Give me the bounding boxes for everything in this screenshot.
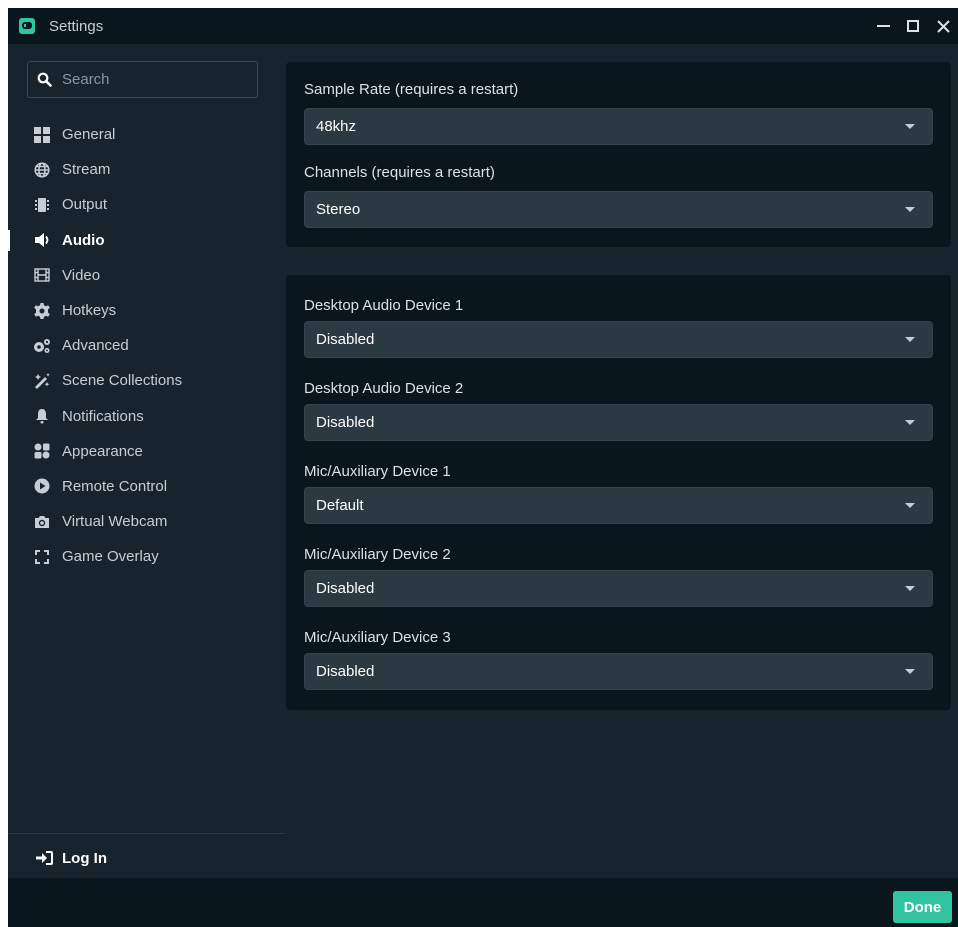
settings-footer: Done <box>8 878 958 927</box>
maximize-icon <box>907 20 919 32</box>
close-icon <box>936 19 950 33</box>
desktop-audio-2-label: Desktop Audio Device 2 <box>304 380 464 397</box>
caret-down-icon <box>905 124 915 129</box>
mic-aux-1-value: Default <box>316 497 364 514</box>
mic-aux-2-select[interactable]: Disabled <box>304 570 933 607</box>
overlay-icon <box>33 548 51 566</box>
caret-down-icon <box>905 586 915 591</box>
sign-in-icon <box>36 849 54 867</box>
title-bar: Settings <box>8 8 958 44</box>
sidebar-item-label: Stream <box>62 161 111 179</box>
desktop-audio-1-select[interactable]: Disabled <box>304 321 933 358</box>
mic-aux-2-label: Mic/Auxiliary Device 2 <box>304 546 451 563</box>
audio-general-panel: Sample Rate (requires a restart) 48khz C… <box>286 62 951 247</box>
magic-icon <box>33 372 51 390</box>
sidebar-item-output[interactable]: Output <box>8 187 285 222</box>
caret-down-icon <box>905 420 915 425</box>
grid-icon <box>33 126 51 144</box>
sidebar-item-label: Virtual Webcam <box>62 513 168 531</box>
sample-rate-label: Sample Rate (requires a restart) <box>304 81 519 98</box>
sidebar-item-game-overlay[interactable]: Game Overlay <box>8 539 285 574</box>
close-button[interactable] <box>928 8 958 44</box>
mic-aux-1-select[interactable]: Default <box>304 487 933 524</box>
sidebar-item-label: General <box>62 126 116 144</box>
minimize-button[interactable] <box>868 8 898 44</box>
mic-aux-3-label: Mic/Auxiliary Device 3 <box>304 629 451 646</box>
streamlabs-logo-icon <box>19 18 35 34</box>
minimize-icon <box>876 25 890 27</box>
caret-down-icon <box>905 669 915 674</box>
caret-down-icon <box>905 207 915 212</box>
caret-down-icon <box>905 503 915 508</box>
sidebar-item-label: Game Overlay <box>62 548 159 566</box>
settings-sidebar: General Stream <box>8 44 285 878</box>
done-button[interactable]: Done <box>893 891 952 923</box>
sidebar-item-appearance[interactable]: Appearance <box>8 434 285 469</box>
caret-down-icon <box>905 337 915 342</box>
camera-icon <box>33 513 51 531</box>
desktop-audio-2-select[interactable]: Disabled <box>304 404 933 441</box>
bell-icon <box>33 407 51 425</box>
login-label: Log In <box>62 849 107 867</box>
play-circle-icon <box>33 477 51 495</box>
sidebar-item-video[interactable]: Video <box>8 258 285 293</box>
settings-nav: General Stream Output Audio Video Hotkey… <box>8 117 285 574</box>
mic-aux-1-label: Mic/Auxiliary Device 1 <box>304 463 451 480</box>
sidebar-item-advanced[interactable]: Advanced <box>8 328 285 363</box>
audio-devices-panel: Desktop Audio Device 1 Disabled Desktop … <box>286 275 951 710</box>
gears-icon <box>33 337 51 355</box>
settings-content: Sample Rate (requires a restart) 48khz C… <box>285 44 958 878</box>
output-icon <box>33 196 51 214</box>
gear-icon <box>33 302 51 320</box>
sidebar-item-label: Appearance <box>62 442 143 460</box>
sidebar-item-label: Advanced <box>62 337 129 355</box>
maximize-button[interactable] <box>898 8 928 44</box>
settings-window: Settings Search General Stream Output Au… <box>8 8 958 927</box>
sidebar-item-label: Audio <box>62 231 105 249</box>
sidebar-item-notifications[interactable]: Notifications <box>8 399 285 434</box>
globe-icon <box>33 161 51 179</box>
mic-aux-2-value: Disabled <box>316 580 375 597</box>
sidebar-item-label: Hotkeys <box>62 302 117 320</box>
channels-select[interactable]: Stereo <box>304 191 933 228</box>
channels-label: Channels (requires a restart) <box>304 164 495 181</box>
mic-aux-3-value: Disabled <box>316 663 375 680</box>
window-controls <box>868 8 958 44</box>
sidebar-item-hotkeys[interactable]: Hotkeys <box>8 293 285 328</box>
sidebar-item-stream[interactable]: Stream <box>8 152 285 187</box>
speaker-icon <box>33 231 51 249</box>
sidebar-item-general[interactable]: General <box>8 117 285 152</box>
sidebar-item-audio[interactable]: Audio <box>8 223 285 258</box>
channels-value: Stereo <box>316 201 361 218</box>
login-button[interactable]: Log In <box>36 849 107 867</box>
appearance-icon <box>33 442 51 460</box>
mic-aux-3-select[interactable]: Disabled <box>304 653 933 690</box>
desktop-audio-1-value: Disabled <box>316 331 375 348</box>
desktop-audio-2-value: Disabled <box>316 414 375 431</box>
search-box[interactable] <box>27 61 258 98</box>
sample-rate-select[interactable]: 48khz <box>304 108 933 145</box>
sample-rate-value: 48khz <box>316 118 357 135</box>
sidebar-item-label: Scene Collections <box>62 372 183 390</box>
sidebar-item-label: Video <box>62 266 101 284</box>
sidebar-divider <box>8 833 285 834</box>
sidebar-item-virtual-webcam[interactable]: Virtual Webcam <box>8 504 285 539</box>
sidebar-item-label: Notifications <box>62 407 144 425</box>
window-title: Settings <box>49 17 104 35</box>
search-icon <box>37 72 52 87</box>
desktop-audio-1-label: Desktop Audio Device 1 <box>304 297 464 314</box>
film-icon <box>33 266 51 284</box>
sidebar-item-remote-control[interactable]: Remote Control <box>8 469 285 504</box>
sidebar-item-label: Output <box>62 196 108 214</box>
sidebar-item-label: Remote Control <box>62 477 168 495</box>
sidebar-item-scene-collections[interactable]: Scene Collections <box>8 363 285 398</box>
search-input[interactable] <box>60 70 240 89</box>
